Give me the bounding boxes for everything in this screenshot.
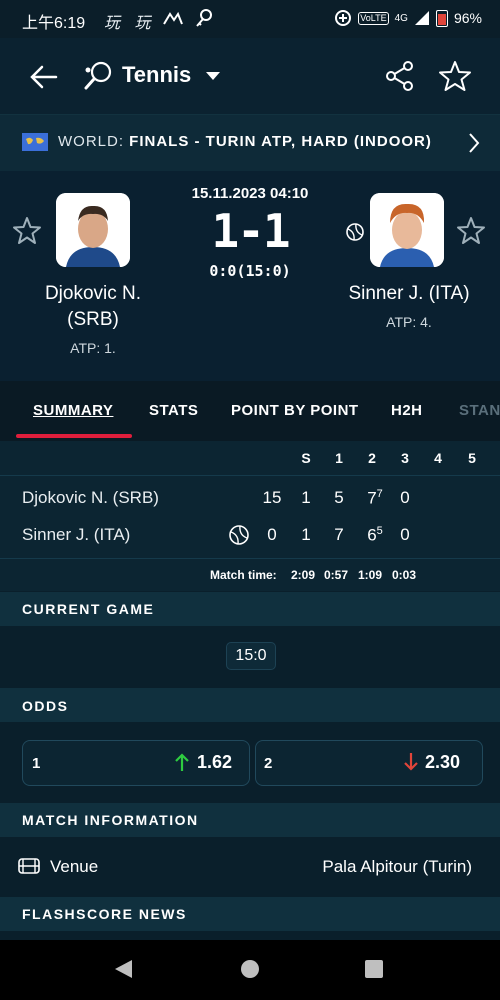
away-player-avatar	[370, 193, 444, 267]
row-away-set2: 65	[360, 525, 390, 546]
away-player-name[interactable]: Sinner J. (ITA)	[326, 281, 492, 307]
nav-recents-icon[interactable]	[364, 959, 384, 979]
home-player-name-line1[interactable]: Djokovic N.	[18, 281, 168, 307]
venue-label: Venue	[50, 857, 99, 876]
tournament-name: WORLD: FINALS - TURIN ATP, HARD (INDOOR)	[58, 133, 432, 150]
tab-summary[interactable]: SUMMARY	[33, 402, 113, 419]
row-home-sets: 1	[301, 488, 311, 507]
match-info-heading: MATCH INFORMATION	[22, 812, 199, 828]
key-icon	[196, 9, 212, 27]
row-home-set2-games: 7	[367, 488, 377, 508]
volte-icon: VoLTE	[358, 11, 389, 25]
row-away-game: 0	[267, 525, 277, 544]
home-player-name-line2[interactable]: (SRB)	[18, 307, 168, 333]
arrow-down-icon	[404, 753, 418, 771]
row-away-set3: 0	[400, 525, 410, 544]
row-away-set2-games: 6	[367, 525, 377, 545]
row-home-set1: 5	[334, 488, 344, 507]
home-player-rank: ATP: 1.	[70, 340, 116, 356]
match-time-total: 2:09	[291, 568, 316, 582]
status-app-icons: 玩 玩	[104, 15, 156, 32]
nav-back-icon[interactable]	[112, 958, 136, 980]
scoreboard-divider	[0, 475, 500, 476]
row-home-set3: 0	[400, 488, 410, 507]
match-score: 1-1	[211, 204, 290, 258]
current-game-score: 0:0(15:0)	[209, 262, 291, 280]
battery-level: 96%	[453, 10, 482, 26]
match-datetime: 15.11.2023 04:10	[191, 185, 309, 202]
home-favorite-star-icon[interactable]	[12, 216, 42, 246]
row-home-set2-tiebreak: 7	[376, 488, 383, 500]
venue-value: Pala Alpitour (Turin)	[322, 857, 472, 876]
back-arrow-icon[interactable]	[28, 61, 60, 93]
battery-icon	[435, 9, 448, 27]
match-time-set2: 1:09	[358, 568, 383, 582]
row-away-set2-tiebreak: 5	[376, 525, 383, 537]
notification-icon	[163, 11, 183, 25]
home-player-photo[interactable]	[56, 193, 130, 267]
row-away-name[interactable]: Sinner J. (ITA)	[22, 525, 130, 545]
network-type: 4G	[394, 12, 408, 24]
away-favorite-star-icon[interactable]	[456, 216, 486, 246]
col-header-1: 1	[335, 450, 343, 466]
tab-h2h[interactable]: H2H	[391, 402, 423, 419]
chevron-down-icon[interactable]	[204, 70, 222, 82]
row-home-game: 15	[262, 488, 282, 507]
odds-home-label: 1	[32, 755, 41, 772]
away-player-photo[interactable]	[370, 193, 444, 267]
sport-title[interactable]: Tennis	[122, 62, 191, 88]
match-time-set1: 0:57	[324, 568, 349, 582]
serving-ball-icon-row	[229, 525, 249, 545]
match-time-set3: 0:03	[392, 568, 417, 582]
row-away-set1: 7	[334, 525, 344, 544]
odds-away-value: 2.30	[425, 752, 461, 772]
active-tab-indicator	[16, 434, 132, 438]
home-player-avatar	[56, 193, 130, 267]
col-header-5: 5	[468, 450, 476, 466]
odds-away-label: 2	[264, 755, 273, 772]
news-heading[interactable]: FLASHSCORE NEWS	[22, 906, 187, 922]
col-header-2: 2	[368, 450, 376, 466]
match-time-label: Match time:	[210, 568, 277, 582]
nav-home-icon[interactable]	[239, 958, 261, 980]
status-right: VoLTE 4G 96%	[334, 9, 482, 27]
odds-home-value: 1.62	[197, 752, 233, 772]
signal-icon	[414, 11, 429, 25]
odds-heading: ODDS	[22, 698, 69, 714]
row-away-sets: 1	[301, 525, 311, 544]
chevron-right-icon[interactable]	[466, 131, 482, 155]
tab-stats[interactable]: STATS	[149, 402, 198, 419]
row-home-set2: 77	[360, 488, 390, 509]
row-home-name[interactable]: Djokovic N. (SRB)	[22, 488, 159, 508]
share-icon[interactable]	[384, 60, 416, 92]
tab-standings[interactable]: STAN	[459, 402, 500, 419]
arrow-up-icon	[175, 753, 189, 771]
col-header-4: 4	[434, 450, 442, 466]
current-game-heading: CURRENT GAME	[22, 601, 155, 617]
serving-ball-icon	[346, 223, 364, 241]
scoreboard-divider-2	[0, 558, 500, 559]
favorite-star-icon[interactable]	[438, 59, 472, 93]
tournament-title: FINALS - TURIN ATP, HARD (INDOOR)	[129, 133, 432, 150]
col-header-s: S	[301, 450, 311, 466]
stadium-icon	[18, 858, 40, 874]
col-header-3: 3	[401, 450, 409, 466]
odds-header	[0, 688, 500, 722]
app-bar	[0, 38, 500, 114]
tournament-prefix: WORLD:	[58, 133, 130, 150]
status-time: 上午6:19	[22, 15, 86, 32]
tab-point-by-point[interactable]: POINT BY POINT	[231, 402, 359, 419]
tennis-racket-icon	[84, 61, 112, 90]
current-game-box: 15:0	[226, 642, 276, 670]
data-saver-icon	[335, 10, 352, 26]
world-flag-icon	[22, 133, 48, 151]
away-player-rank: ATP: 4.	[386, 314, 432, 330]
